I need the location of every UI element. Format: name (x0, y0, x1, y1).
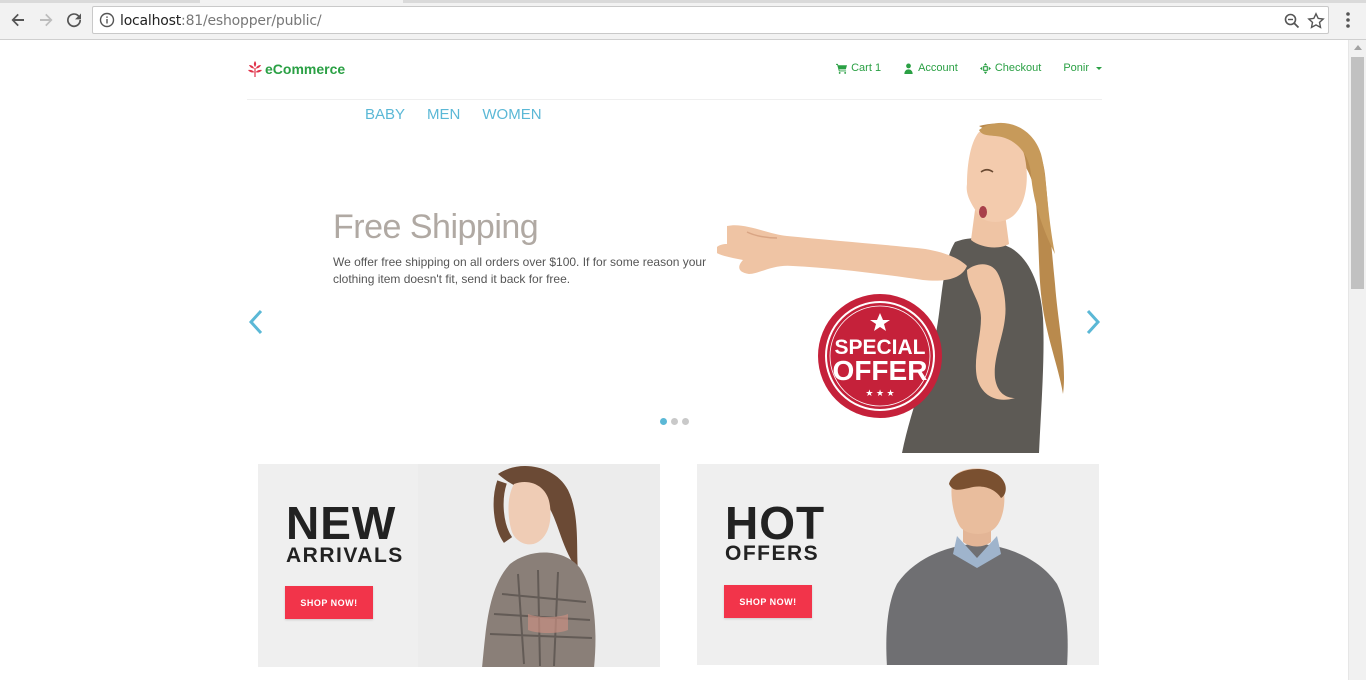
brand-logo[interactable]: eCommerce (247, 60, 345, 78)
banner-left-subtitle: ARRIVALS (286, 544, 404, 567)
svg-text:OFFER: OFFER (833, 355, 928, 386)
banner-left-title: NEW (286, 497, 397, 549)
slider-dot-1[interactable] (660, 418, 667, 425)
back-icon[interactable] (7, 9, 29, 31)
top-nav: Cart 1 Account Checkout Ponir (836, 62, 1102, 74)
address-bar[interactable]: localhost:81/eshopper/public/ (92, 6, 1329, 34)
crosshair-icon (979, 62, 991, 74)
nav-checkout-label: Checkout (994, 62, 1042, 74)
slider-indicators (660, 418, 689, 425)
reload-icon[interactable] (63, 9, 85, 31)
nav-checkout[interactable]: Checkout (979, 62, 1042, 74)
banner-new-arrivals[interactable]: NEW ARRIVALS SHOP NOW! (258, 464, 660, 667)
slide-image: SPECIAL OFFER ★ ★ ★ (717, 122, 1065, 453)
slider-next-arrow-icon[interactable] (1084, 308, 1102, 336)
tab-strip (0, 0, 1366, 3)
slider-prev-arrow-icon[interactable] (247, 308, 265, 336)
shop-now-button[interactable]: SHOP NOW! (724, 585, 812, 618)
info-icon[interactable] (99, 12, 115, 28)
banner-model-man-image (867, 464, 1099, 665)
nav-cart-label: Cart 1 (851, 62, 882, 74)
slider-dot-2[interactable] (671, 418, 678, 425)
url-text: localhost:81/eshopper/public/ (120, 13, 322, 29)
nav-user-label: Ponir (1063, 62, 1089, 74)
slide-title: Free Shipping (333, 208, 539, 246)
slider-dot-3[interactable] (682, 418, 689, 425)
cart-icon (836, 63, 848, 74)
forward-icon[interactable] (35, 9, 57, 31)
nav-account-label: Account (918, 62, 958, 74)
caret-down-icon (1096, 66, 1102, 70)
more-vert-icon[interactable] (1340, 10, 1356, 30)
zoom-icon[interactable] (1283, 12, 1301, 30)
page-scrollbar[interactable] (1348, 40, 1366, 680)
banner-hot-offers[interactable]: HOT OFFERS SHOP NOW! (697, 464, 1099, 665)
banner-right-subtitle: OFFERS (725, 542, 820, 565)
scroll-up-icon[interactable] (1354, 45, 1362, 50)
hero-slider: Free Shipping We offer free shipping on … (247, 120, 1102, 453)
header-divider (247, 99, 1102, 100)
leaf-icon (248, 61, 262, 77)
user-icon (904, 63, 913, 74)
nav-cart[interactable]: Cart 1 (836, 62, 881, 74)
nav-user-dropdown[interactable]: Ponir (1063, 62, 1102, 74)
special-offer-badge: SPECIAL OFFER ★ ★ ★ (818, 294, 942, 418)
site-header: eCommerce Cart 1 Account Checkout Ponir (247, 58, 1102, 82)
shop-now-button[interactable]: SHOP NOW! (285, 586, 373, 619)
page-viewport: eCommerce Cart 1 Account Checkout Ponir … (0, 40, 1348, 680)
browser-toolbar: localhost:81/eshopper/public/ (0, 0, 1366, 40)
nav-account[interactable]: Account (903, 62, 958, 74)
svg-text:★ ★ ★: ★ ★ ★ (865, 388, 894, 398)
slide-text: We offer free shipping on all orders ove… (333, 255, 707, 286)
brand-name: eCommerce (265, 61, 346, 77)
scrollbar-thumb[interactable] (1351, 57, 1364, 289)
star-icon[interactable] (1307, 12, 1325, 30)
banner-model-woman-image (418, 464, 660, 667)
